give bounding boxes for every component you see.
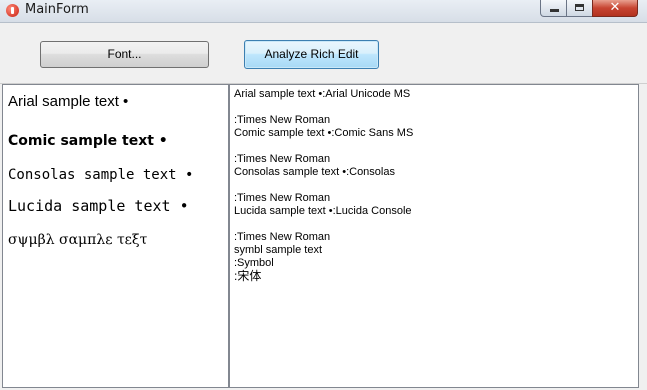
close-icon: ✕ xyxy=(609,0,621,15)
analysis-line: Consolas sample text •:Consolas xyxy=(234,166,395,178)
arial-sample-text: Arial sample text • xyxy=(8,93,129,110)
title-bar[interactable]: MainForm ✕ xyxy=(0,0,647,23)
rich-edit-input[interactable]: Arial sample text • Comic sample text • … xyxy=(2,84,229,388)
symbol-sample-text: σψμβλ σαμπλε τεξτ xyxy=(8,232,148,248)
comic-sample-text: Comic sample text • xyxy=(8,133,168,149)
minimize-icon xyxy=(550,9,559,12)
analysis-output[interactable]: Arial sample text •:Arial Unicode MS :Ti… xyxy=(229,84,639,388)
analysis-line: Arial sample text •:Arial Unicode MS xyxy=(234,88,411,100)
consolas-sample-text: Consolas sample text • xyxy=(8,167,194,183)
toolbar: Font... Analyze Rich Edit xyxy=(0,23,647,84)
analysis-line xyxy=(234,140,413,153)
close-button[interactable]: ✕ xyxy=(592,0,638,17)
minimize-button[interactable] xyxy=(540,0,567,17)
analyze-rich-edit-button[interactable]: Analyze Rich Edit xyxy=(244,40,379,69)
font-button[interactable]: Font... xyxy=(40,41,209,68)
analysis-line: Comic sample text •:Comic Sans MS xyxy=(234,127,414,139)
maximize-icon xyxy=(575,4,584,11)
analysis-line xyxy=(234,179,413,192)
analysis-line: :Times New Roman xyxy=(234,231,331,243)
lucida-sample-text: Lucida sample text • xyxy=(8,197,189,215)
client-area: Font... Analyze Rich Edit Arial sample t… xyxy=(0,23,647,390)
analysis-line: symbl sample text xyxy=(234,244,323,256)
analysis-line: Lucida sample text •:Lucida Console xyxy=(234,205,412,217)
analysis-line xyxy=(234,101,413,114)
analysis-line: :宋体 xyxy=(234,269,262,283)
analysis-line: :Times New Roman xyxy=(234,153,331,165)
analysis-line: :Times New Roman xyxy=(234,114,331,126)
app-icon[interactable] xyxy=(6,4,19,17)
analysis-lines: Arial sample text •:Arial Unicode MS :Ti… xyxy=(234,88,413,283)
window-title: MainForm xyxy=(25,2,89,17)
analysis-line: :Times New Roman xyxy=(234,192,331,204)
maximize-button[interactable] xyxy=(566,0,593,17)
analysis-line xyxy=(234,218,413,231)
